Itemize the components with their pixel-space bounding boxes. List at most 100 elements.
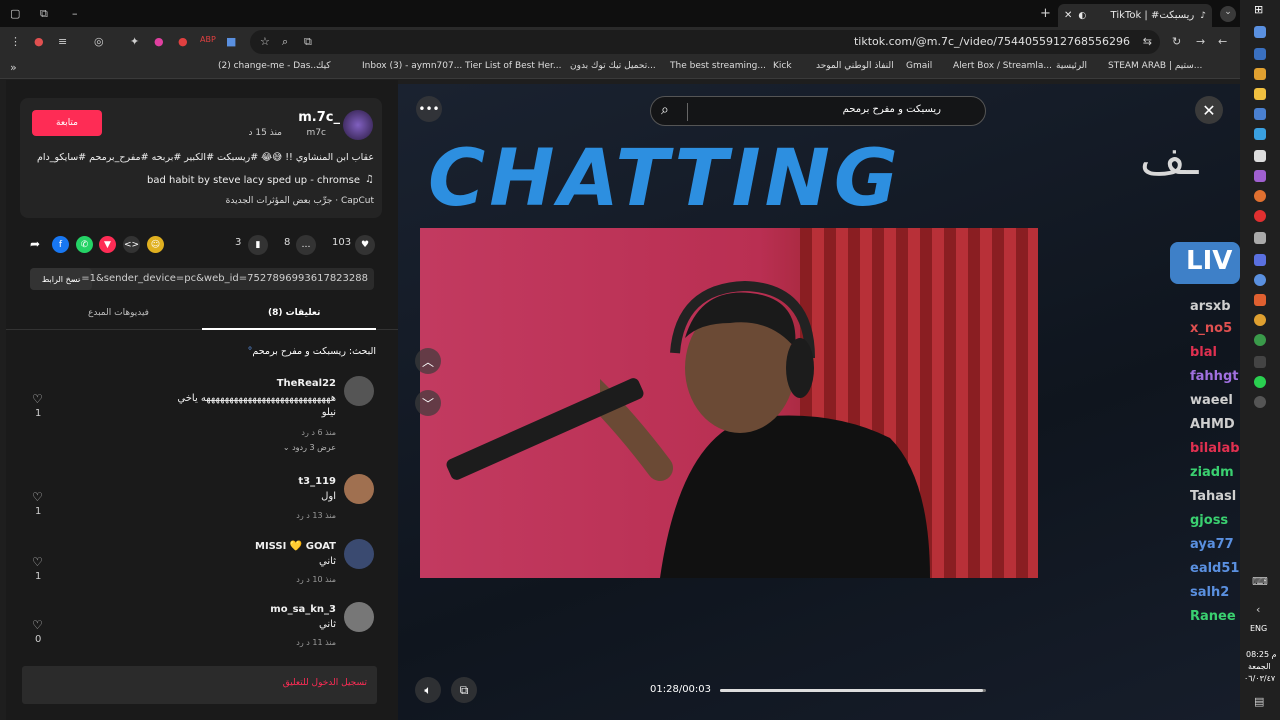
bookmark-item[interactable]: Inbox (3) - aymn707... bbox=[362, 61, 462, 71]
restore-icon[interactable]: ⧉ bbox=[40, 8, 48, 19]
extension-icon[interactable]: ● bbox=[34, 36, 44, 47]
bookmark-item[interactable]: (2) change-me - Das... bbox=[218, 61, 319, 71]
tab-close-icon[interactable]: ✕ bbox=[1064, 10, 1072, 21]
reload-icon[interactable]: ↻ bbox=[1172, 36, 1181, 47]
commenter-name[interactable]: MISSI 💛 GOAT bbox=[255, 541, 336, 552]
translate-icon[interactable]: ■ bbox=[226, 36, 236, 47]
capcut-link[interactable]: CapCut · جرِّب بعض المؤثرات الجديدة bbox=[226, 196, 374, 206]
extension-icon[interactable]: ◎ bbox=[94, 36, 104, 47]
address-bar[interactable]: ☆ ⌕ ⧉ tiktok.com/@m.7c_/video/7544055912… bbox=[250, 30, 1160, 54]
tab-audio-icon[interactable]: ◐ bbox=[1078, 11, 1086, 21]
app-icon[interactable] bbox=[1254, 254, 1266, 266]
extension-icon[interactable]: ● bbox=[178, 36, 188, 47]
author-avatar[interactable] bbox=[343, 110, 373, 140]
commenter-avatar[interactable] bbox=[344, 539, 374, 569]
comment-icon[interactable]: … bbox=[296, 235, 316, 255]
widgets-icon[interactable] bbox=[1254, 26, 1266, 38]
search-icon[interactable]: ⌕ bbox=[661, 102, 669, 118]
chrome-icon[interactable] bbox=[1254, 334, 1266, 346]
commenter-name[interactable]: t3_119 bbox=[298, 476, 336, 487]
app-icon[interactable] bbox=[1254, 128, 1266, 140]
install-icon[interactable]: ⧉ bbox=[304, 36, 312, 47]
bookmarks-menu-icon[interactable]: » bbox=[10, 62, 17, 73]
app-icon[interactable] bbox=[1254, 232, 1266, 244]
new-tab-icon[interactable]: + bbox=[1040, 7, 1051, 20]
comment-like-icon[interactable]: ♡ bbox=[32, 392, 43, 406]
follow-button[interactable]: متابعة bbox=[32, 110, 102, 136]
extension-icon[interactable]: ≡ bbox=[58, 36, 67, 47]
pip-icon[interactable]: ⧉ bbox=[451, 677, 477, 703]
comment-meta[interactable]: منذ 13 د رد bbox=[296, 511, 336, 520]
zoom-icon[interactable]: ⌕ bbox=[282, 36, 288, 47]
author-username[interactable]: m.7c_ bbox=[298, 110, 340, 125]
chevron-up-icon[interactable]: ︿ bbox=[415, 348, 441, 374]
login-to-comment-button[interactable]: تسجيل الدخول للتعليق bbox=[22, 666, 377, 704]
keyboard-icon[interactable]: ⌨ bbox=[1252, 576, 1268, 587]
settings-gear-icon[interactable] bbox=[1254, 396, 1266, 408]
clock-time[interactable]: 08:25 م bbox=[1246, 650, 1277, 659]
whatsapp-icon[interactable]: ✆ bbox=[76, 236, 93, 253]
app-icon[interactable] bbox=[1254, 314, 1266, 326]
back-icon[interactable]: ← bbox=[1218, 36, 1227, 47]
commenter-name[interactable]: TheReal22 bbox=[277, 378, 336, 389]
windows-start-icon[interactable]: ⊞ bbox=[1254, 4, 1263, 15]
adblock-icon[interactable]: ABP bbox=[200, 36, 216, 44]
comment-like-icon[interactable]: ♡ bbox=[32, 555, 43, 569]
app-icon[interactable] bbox=[1254, 150, 1266, 162]
search-input[interactable]: ريسبكت و مفرح برمحم bbox=[843, 104, 941, 115]
extension-icon[interactable]: ● bbox=[154, 36, 164, 47]
view-replies[interactable]: عرض 3 ردود ⌄ bbox=[283, 443, 336, 452]
commenter-name[interactable]: mo_sa_kn_3 bbox=[270, 604, 336, 615]
commenter-avatar[interactable] bbox=[344, 376, 374, 406]
bookmark-item[interactable]: The best streaming... bbox=[670, 61, 766, 71]
gift-icon[interactable]: ☺ bbox=[147, 236, 164, 253]
comment-meta[interactable]: منذ 6 د رد bbox=[301, 428, 336, 437]
send-icon[interactable]: ▼ bbox=[99, 236, 116, 253]
app-icon[interactable] bbox=[1254, 170, 1266, 182]
bookmark-item[interactable]: النفاذ الوطني الموحد bbox=[816, 61, 894, 71]
tab-creator-videos[interactable]: فيديوهات المبدع bbox=[88, 308, 149, 318]
app-icon[interactable] bbox=[1254, 108, 1266, 120]
comment-meta[interactable]: منذ 10 د رد bbox=[296, 575, 336, 584]
heart-icon[interactable]: ♥ bbox=[355, 235, 375, 255]
commenter-avatar[interactable] bbox=[344, 474, 374, 504]
app-icon[interactable] bbox=[1254, 48, 1266, 60]
close-icon[interactable]: ✕ bbox=[1195, 96, 1223, 124]
volume-icon[interactable]: 🔈︎ bbox=[415, 677, 441, 703]
minimize-icon[interactable]: – bbox=[72, 8, 78, 19]
app-icon[interactable] bbox=[1254, 356, 1266, 368]
comment-like-icon[interactable]: ♡ bbox=[32, 618, 43, 632]
bookmark-item[interactable]: الرئيسية bbox=[1056, 61, 1087, 71]
spotify-icon[interactable] bbox=[1254, 376, 1266, 388]
discord-icon[interactable] bbox=[1254, 274, 1266, 286]
commenter-avatar[interactable] bbox=[344, 602, 374, 632]
bookmark-item[interactable]: Kick bbox=[773, 61, 792, 71]
bookmark-item[interactable]: تحميل تيك توك بدون... bbox=[570, 61, 656, 71]
bookmark-item[interactable]: كيك bbox=[316, 61, 331, 71]
menu-icon[interactable]: ⋮ bbox=[10, 36, 21, 47]
video-search-bar[interactable]: ⌕ ريسبكت و مفرح برمحم bbox=[650, 96, 986, 126]
search-hint[interactable]: البحث: ريسبكت و مفرح برمحم° bbox=[248, 346, 376, 357]
tab-menu-icon[interactable]: ▢ bbox=[10, 8, 20, 19]
bookmark-item[interactable]: STEAM ARAB | ستيم... bbox=[1108, 61, 1202, 71]
app-icon[interactable] bbox=[1254, 210, 1266, 222]
extensions-puzzle-icon[interactable]: ✦ bbox=[130, 36, 139, 47]
chevron-left-icon[interactable]: ‹ bbox=[1256, 604, 1260, 615]
bookmark-item[interactable]: Alert Box / Streamla... bbox=[953, 61, 1052, 71]
post-music[interactable]: bad habit by steve lacy sped up - chroms… bbox=[147, 175, 360, 186]
facebook-icon[interactable]: f bbox=[52, 236, 69, 253]
tab-search-icon[interactable]: ⌄ bbox=[1220, 6, 1236, 22]
more-options-icon[interactable]: ••• bbox=[416, 96, 442, 122]
bookmark-item[interactable]: Gmail bbox=[906, 61, 932, 71]
app-icon[interactable] bbox=[1254, 294, 1266, 306]
site-info-icon[interactable]: ⇆ bbox=[1143, 36, 1152, 47]
comment-meta[interactable]: منذ 11 د رد bbox=[296, 638, 336, 647]
bookmark-star-icon[interactable]: ☆ bbox=[260, 36, 270, 47]
embed-icon[interactable]: <> bbox=[123, 236, 140, 253]
tab-comments[interactable]: تعليقات (8) bbox=[268, 308, 320, 318]
language-indicator[interactable]: ENG bbox=[1250, 624, 1267, 633]
file-explorer-icon[interactable] bbox=[1254, 88, 1266, 100]
chevron-down-icon[interactable]: ﹀ bbox=[415, 390, 441, 416]
video-player[interactable]: CHATTING ـف LIV arsxb x_no5 blal fahhgt … bbox=[398, 84, 1240, 720]
browser-tab[interactable]: ♪ ريسبكت# | TikTok ◐ ✕ bbox=[1058, 4, 1212, 27]
